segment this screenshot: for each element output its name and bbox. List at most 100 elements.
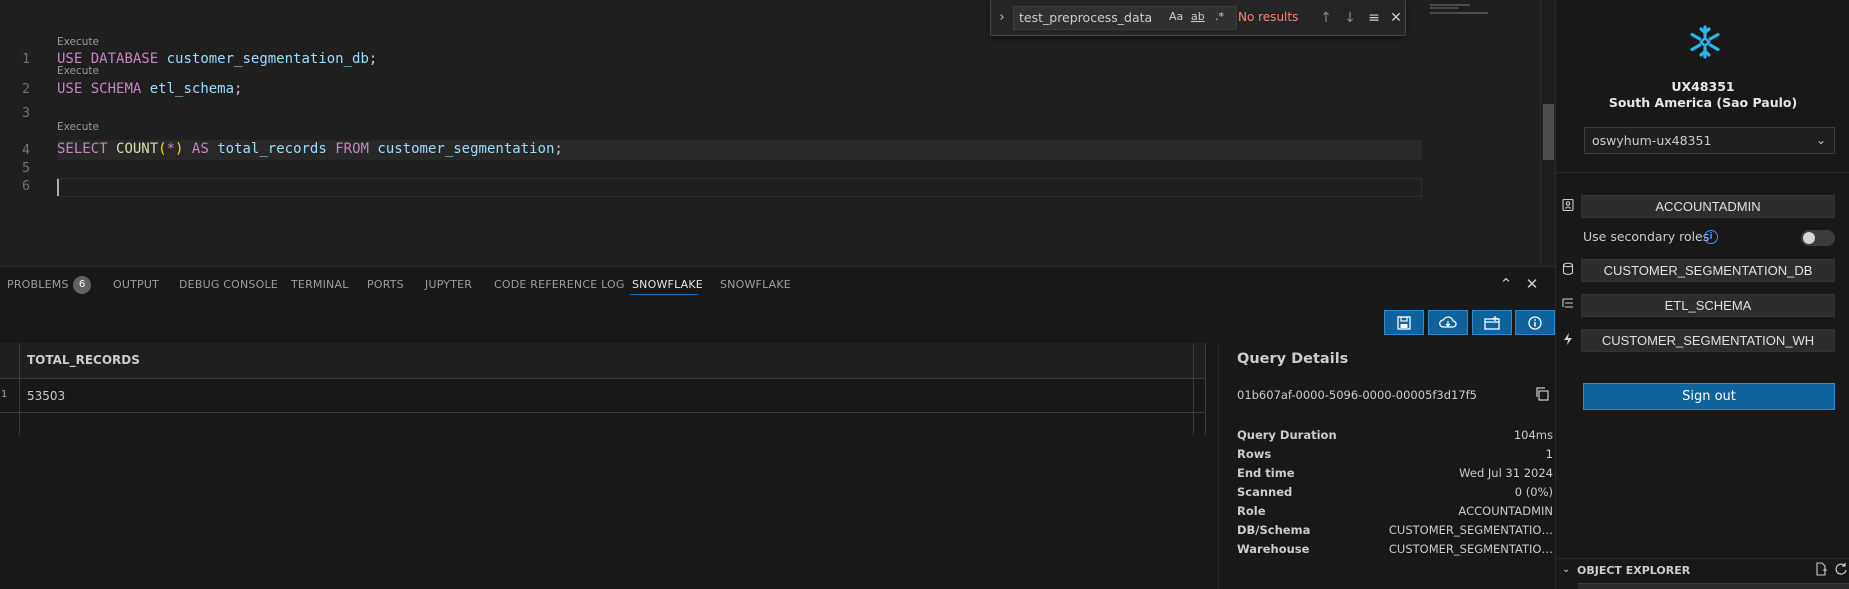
detail-value: 1 — [1545, 447, 1553, 461]
line-number: 6 — [22, 179, 30, 194]
terminator: ; — [554, 141, 563, 157]
detail-key: DB/Schema — [1237, 523, 1311, 537]
tab-snowflake-active[interactable]: SNOWFLAKE — [632, 278, 703, 291]
code-line-1[interactable]: USE DATABASE customer_segmentation_db; — [57, 51, 377, 67]
tab-problems[interactable]: PROBLEMS — [7, 278, 69, 291]
function: COUNT — [116, 141, 159, 157]
detail-key: Role — [1237, 504, 1266, 518]
database-select[interactable]: CUSTOMER_SEGMENTATION_DB — [1581, 259, 1835, 282]
identifier: customer_segmentation_db — [166, 51, 369, 67]
grid-header: TOTAL_RECORDS — [0, 343, 1205, 379]
tab-debug-console[interactable]: DEBUG CONSOLE — [179, 278, 278, 291]
table-cell[interactable]: 53503 — [27, 389, 65, 403]
regex-toggle[interactable]: .* — [1215, 10, 1224, 23]
save-icon[interactable] — [1384, 310, 1424, 335]
terminator: ; — [368, 51, 378, 67]
detail-row-rows: Rows 1 — [1237, 447, 1553, 465]
code-line-4[interactable]: SELECT COUNT(*) AS total_records FROM cu… — [57, 141, 563, 157]
minimap-line — [1430, 4, 1470, 6]
schema-select[interactable]: ETL_SCHEMA — [1581, 294, 1835, 317]
new-tab-icon[interactable] — [1472, 310, 1512, 335]
line-number: 2 — [22, 82, 30, 97]
divider — [1556, 172, 1849, 173]
detail-value: ACCOUNTADMIN — [1458, 504, 1553, 518]
snowflake-sidebar: UX48351 South America (Sao Paulo) oswyhu… — [1555, 0, 1849, 589]
match-case-toggle[interactable]: Aa — [1169, 10, 1183, 23]
object-explorer-filter-input[interactable] — [1578, 583, 1849, 589]
detail-key: Query Duration — [1237, 428, 1337, 442]
star: * — [166, 141, 176, 157]
new-file-icon[interactable] — [1814, 562, 1828, 576]
paren: ) — [175, 141, 184, 157]
find-status: No results — [1238, 10, 1299, 24]
detail-row-role: Role ACCOUNTADMIN — [1237, 504, 1553, 522]
maximize-panel-chevron-up-icon[interactable]: ⌃ — [1497, 275, 1515, 293]
query-details-title: Query Details — [1237, 351, 1349, 367]
warehouse-select[interactable]: CUSTOMER_SEGMENTATION_WH — [1581, 329, 1835, 352]
sign-out-button[interactable]: Sign out — [1583, 383, 1835, 410]
close-icon[interactable]: ✕ — [1387, 8, 1405, 28]
details-divider — [1218, 343, 1219, 589]
toggle-replace-chevron-icon[interactable]: › — [995, 8, 1009, 28]
grid-divider — [1205, 343, 1206, 435]
tab-snowflake-2[interactable]: SNOWFLAKE — [720, 278, 791, 291]
code-line-2[interactable]: USE SCHEMA etl_schema; — [57, 81, 242, 97]
schema-icon — [1562, 298, 1573, 308]
identifier: etl_schema — [149, 81, 235, 97]
refresh-icon[interactable] — [1834, 562, 1848, 576]
execute-codelens-2[interactable]: Execute — [57, 65, 99, 77]
copy-icon[interactable] — [1535, 387, 1549, 401]
detail-key: End time — [1237, 466, 1295, 480]
terminator: ; — [234, 81, 243, 97]
account-select[interactable]: oswyhum-ux48351 ⌄ — [1584, 127, 1835, 154]
close-panel-icon[interactable]: ✕ — [1523, 275, 1541, 293]
scrollbar-thumb[interactable] — [1543, 104, 1554, 160]
account-select-value: oswyhum-ux48351 — [1592, 133, 1712, 148]
row-number: 1 — [1, 389, 8, 400]
empty-line-outline — [57, 178, 1422, 197]
line-number: 4 — [22, 143, 30, 158]
snowflake-logo-icon — [1690, 25, 1720, 59]
editor-scrollbar[interactable] — [1540, 0, 1555, 266]
arrow-up-icon[interactable]: ↑ — [1317, 8, 1335, 28]
table-row[interactable]: 1 53503 — [0, 379, 1205, 413]
panel-tab-bar: PROBLEMS 6 OUTPUT DEBUG CONSOLE TERMINAL… — [0, 267, 1555, 303]
info-icon[interactable]: i — [1704, 230, 1718, 244]
toggle-knob — [1803, 232, 1815, 244]
database-icon — [1562, 262, 1574, 276]
execute-codelens-4[interactable]: Execute — [57, 121, 99, 133]
keyword: SCHEMA — [90, 81, 142, 97]
info-icon[interactable] — [1515, 310, 1555, 335]
detail-row-end-time: End time Wed Jul 31 2024 — [1237, 466, 1553, 484]
user-badge-icon — [1562, 198, 1574, 212]
secondary-roles-toggle[interactable] — [1801, 230, 1835, 246]
find-in-selection-icon[interactable]: ≡ — [1365, 8, 1383, 28]
detail-row-warehouse: Warehouse CUSTOMER_SEGMENTATIO… — [1237, 542, 1553, 560]
tab-terminal[interactable]: TERMINAL — [291, 278, 349, 291]
whole-word-toggle[interactable]: ab — [1191, 10, 1205, 23]
role-select[interactable]: ACCOUNTADMIN — [1581, 195, 1835, 218]
code-editor[interactable]: Execute 1 USE DATABASE customer_segmenta… — [0, 0, 1540, 266]
arrow-down-icon[interactable]: ↓ — [1341, 8, 1359, 28]
column-header[interactable]: TOTAL_RECORDS — [27, 353, 140, 367]
cloud-download-icon[interactable] — [1428, 310, 1468, 335]
object-explorer-header[interactable]: ⌄ OBJECT EXPLORER — [1556, 558, 1849, 582]
lightning-icon — [1564, 333, 1572, 345]
execute-codelens-1[interactable]: Execute — [57, 36, 99, 48]
object-explorer-title: OBJECT EXPLORER — [1577, 564, 1691, 577]
account-name: UX48351 — [1671, 79, 1735, 94]
tab-ports[interactable]: PORTS — [367, 278, 404, 291]
tab-jupyter[interactable]: JUPYTER — [425, 278, 472, 291]
chevron-down-icon: ⌄ — [1815, 133, 1826, 147]
line-number: 5 — [22, 161, 30, 176]
grid-divider — [1193, 343, 1194, 435]
detail-row-db-schema: DB/Schema CUSTOMER_SEGMENTATIO… — [1237, 523, 1553, 541]
detail-value: Wed Jul 31 2024 — [1459, 466, 1553, 480]
keyword: AS — [191, 141, 209, 157]
minimap[interactable] — [1422, 0, 1540, 266]
tab-output[interactable]: OUTPUT — [113, 278, 159, 291]
results-grid[interactable]: TOTAL_RECORDS 1 53503 — [0, 343, 1206, 435]
detail-key: Rows — [1237, 447, 1272, 461]
tab-code-reference-log[interactable]: CODE REFERENCE LOG — [494, 278, 625, 291]
chevron-down-icon: ⌄ — [1562, 564, 1571, 575]
